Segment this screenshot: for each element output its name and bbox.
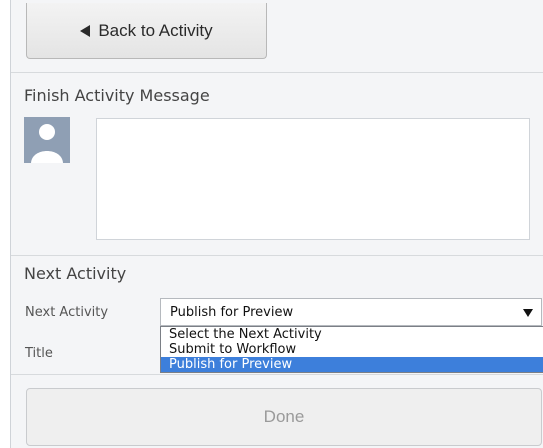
- done-button-label: Done: [263, 407, 305, 426]
- option-submit-to-workflow[interactable]: Submit to Workflow: [161, 342, 543, 357]
- finish-message-input[interactable]: [96, 118, 530, 240]
- divider: [11, 374, 543, 375]
- next-activity-title: Next Activity: [24, 264, 127, 283]
- triangle-left-icon: [80, 24, 91, 37]
- title-label: Title: [25, 346, 53, 361]
- done-button[interactable]: Done: [26, 388, 542, 446]
- activity-panel: Back to Activity Finish Activity Message…: [10, 0, 543, 448]
- back-to-activity-button[interactable]: Back to Activity: [26, 3, 267, 59]
- divider: [11, 255, 543, 256]
- selected-value: Publish for Preview: [170, 305, 294, 320]
- next-activity-select[interactable]: Publish for Preview: [160, 298, 542, 326]
- option-select-next-activity[interactable]: Select the Next Activity: [161, 327, 543, 342]
- option-publish-for-preview[interactable]: Publish for Preview: [161, 357, 543, 372]
- user-avatar-icon: [24, 117, 70, 163]
- finish-message-title: Finish Activity Message: [24, 86, 210, 105]
- next-activity-label: Next Activity: [25, 305, 109, 320]
- back-button-label: Back to Activity: [98, 20, 213, 40]
- divider: [11, 72, 543, 73]
- screenshot-frame: Back to Activity Finish Activity Message…: [0, 0, 543, 448]
- next-activity-dropdown: Select the Next Activity Submit to Workf…: [160, 326, 543, 373]
- dropdown-arrow-icon: [523, 309, 533, 317]
